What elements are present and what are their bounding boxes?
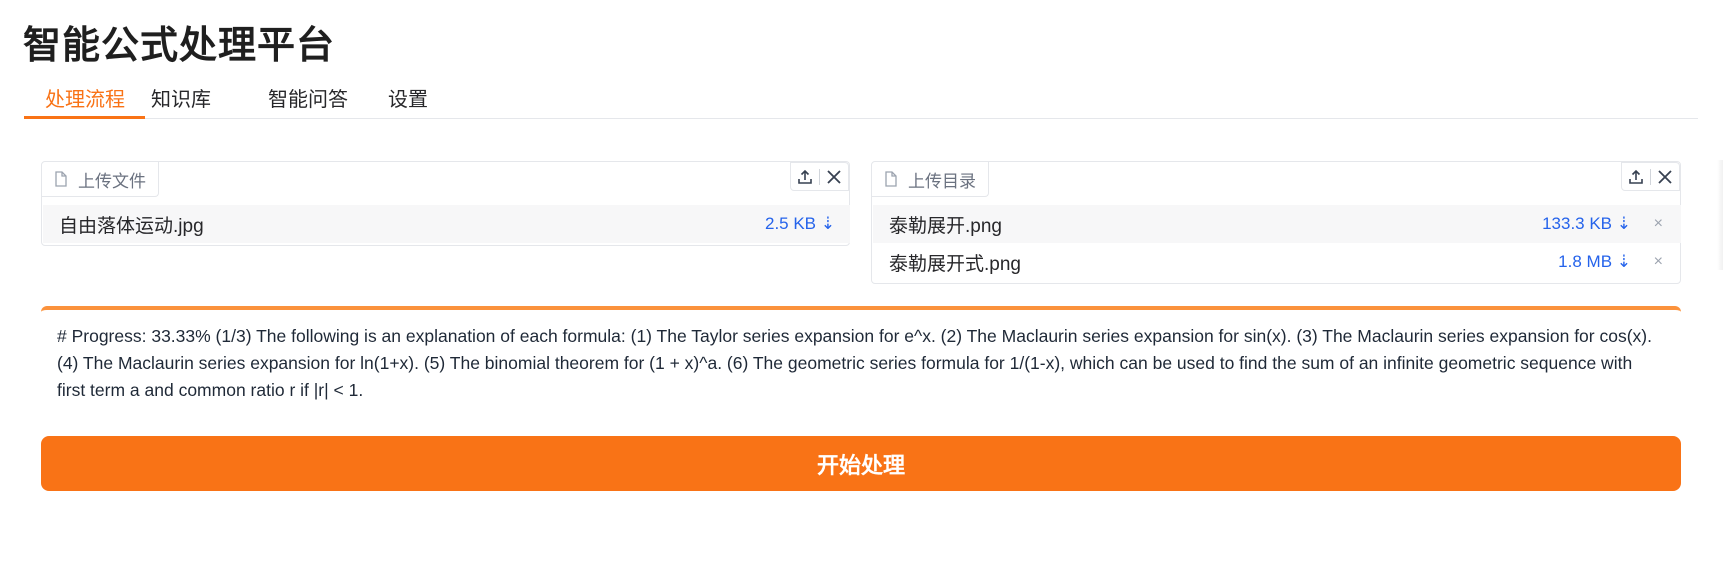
close-icon[interactable] bbox=[1651, 163, 1679, 190]
upload-icon[interactable] bbox=[791, 163, 819, 190]
file-download-link[interactable]: 2.5 KB ⇣ bbox=[765, 214, 835, 234]
upload-icon[interactable] bbox=[1622, 163, 1650, 190]
output-text: # Progress: 33.33% (1/3) The following i… bbox=[57, 326, 1652, 400]
file-icon bbox=[55, 171, 67, 187]
file-row: 自由落体运动.jpg 2.5 KB ⇣ bbox=[43, 205, 850, 243]
upload-directory-label: 上传目录 bbox=[872, 162, 989, 197]
remove-icon[interactable]: × bbox=[1654, 215, 1663, 233]
main-tabs: 处理流程 知识库 智能问答 设置 bbox=[24, 83, 1698, 119]
upload-directory-label-text: 上传目录 bbox=[908, 171, 976, 191]
file-download-link[interactable]: 133.3 KB ⇣ bbox=[1542, 214, 1631, 234]
tab-settings[interactable]: 设置 bbox=[388, 83, 428, 119]
file-name: 自由落体运动.jpg bbox=[59, 215, 204, 237]
file-row: 泰勒展开.png 133.3 KB ⇣ × bbox=[873, 205, 1681, 243]
upload-directory-tools bbox=[1621, 162, 1680, 191]
app-title: 智能公式处理平台 bbox=[23, 25, 336, 67]
upload-file-label: 上传文件 bbox=[42, 162, 159, 197]
upload-directory-panel[interactable]: 上传目录 泰勒展开.png 133.3 KB ⇣ × 泰勒展开式.png 1.8… bbox=[871, 161, 1681, 284]
file-icon bbox=[885, 171, 897, 187]
output-panel: # Progress: 33.33% (1/3) The following i… bbox=[41, 306, 1681, 406]
scroll-edge-shadow bbox=[1717, 160, 1723, 270]
tab-smart-qa[interactable]: 智能问答 bbox=[268, 83, 348, 119]
remove-icon[interactable]: × bbox=[1654, 253, 1663, 271]
file-row: 泰勒展开式.png 1.8 MB ⇣ × bbox=[873, 243, 1681, 281]
tab-processing-flow[interactable]: 处理流程 bbox=[45, 83, 125, 119]
start-processing-button[interactable]: 开始处理 bbox=[41, 436, 1681, 491]
file-download-link[interactable]: 1.8 MB ⇣ bbox=[1558, 252, 1631, 272]
file-name: 泰勒展开.png bbox=[889, 215, 1002, 237]
close-icon[interactable] bbox=[820, 163, 848, 190]
active-tab-indicator bbox=[24, 116, 145, 119]
upload-file-label-text: 上传文件 bbox=[78, 171, 146, 191]
upload-file-tools bbox=[790, 162, 849, 191]
file-name: 泰勒展开式.png bbox=[889, 253, 1021, 275]
upload-file-panel[interactable]: 上传文件 自由落体运动.jpg 2.5 KB ⇣ bbox=[41, 161, 850, 246]
tab-knowledge-base[interactable]: 知识库 bbox=[151, 83, 211, 119]
